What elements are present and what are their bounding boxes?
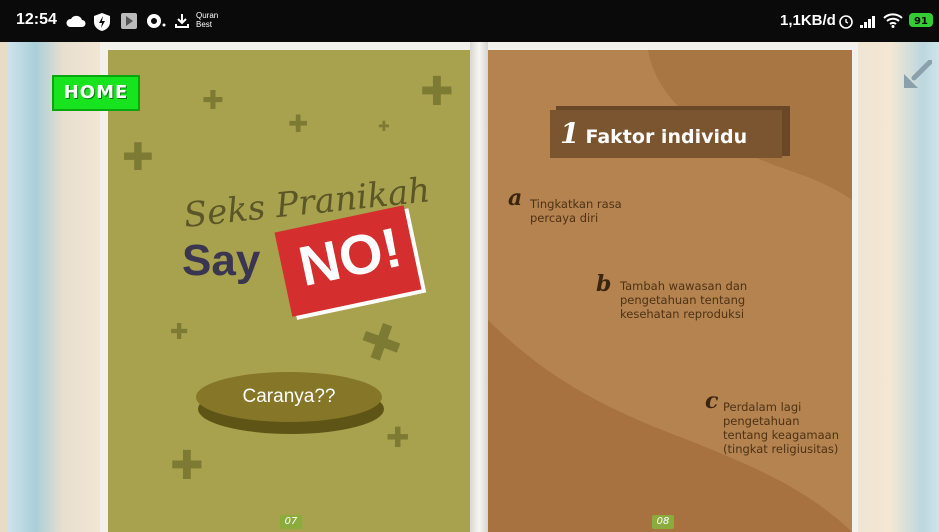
network-speed: 1,1KB/d bbox=[780, 12, 836, 29]
background-right bbox=[858, 42, 939, 532]
download-icon bbox=[175, 14, 189, 28]
item-text: percaya diri bbox=[530, 211, 599, 225]
list-item: c Perdalam lagi pengetahuan tentang keag… bbox=[705, 390, 839, 456]
caranya-button[interactable]: Caranya?? bbox=[196, 372, 382, 422]
best-label: Best bbox=[196, 20, 213, 29]
plus-decoration: ✚ bbox=[420, 69, 454, 115]
list-item: a Tingkatkan rasa percaya diri bbox=[508, 187, 622, 225]
page-number-left: 07 bbox=[280, 515, 302, 529]
item-text: Tingkatkan rasa bbox=[530, 197, 622, 211]
cloud-icon bbox=[66, 15, 86, 27]
background-left bbox=[8, 42, 100, 532]
wifi-icon bbox=[883, 13, 903, 28]
signal-icon bbox=[860, 16, 875, 28]
alarm-icon bbox=[839, 15, 853, 29]
item-text: kesehatan reproduksi bbox=[620, 307, 745, 321]
item-text: Perdalam lagi bbox=[723, 400, 802, 414]
quran-best-label: Quran Best bbox=[196, 11, 218, 29]
plus-decoration: ✚ bbox=[386, 421, 410, 454]
plus-decoration: ✚ bbox=[170, 443, 204, 489]
shield-bolt-icon bbox=[94, 13, 110, 31]
status-time: 12:54 bbox=[16, 11, 57, 28]
plus-decoration: ✚ bbox=[378, 119, 390, 135]
home-button[interactable]: HOME bbox=[52, 75, 140, 111]
plus-decoration: ✚ bbox=[170, 320, 189, 345]
exit-fullscreen-icon[interactable] bbox=[900, 60, 932, 92]
list-item: b Tambah wawasan dan pengetahuan tentang… bbox=[596, 273, 748, 321]
item-letter: b bbox=[596, 271, 612, 297]
item-text: tentang keagamaan bbox=[723, 428, 839, 442]
play-store-icon bbox=[121, 13, 137, 29]
item-letter: c bbox=[705, 388, 719, 414]
page-number-right: 08 bbox=[652, 515, 674, 529]
book-spine bbox=[470, 42, 488, 532]
item-text: pengetahuan tentang bbox=[620, 293, 746, 307]
chat-icon bbox=[147, 14, 166, 28]
battery-icon: 91 bbox=[909, 13, 933, 27]
status-bar: 12:54 Quran Best 1,1KB/d 91 bbox=[0, 0, 939, 42]
plus-decoration: ✚ bbox=[122, 135, 154, 179]
plus-decoration: ✚ bbox=[288, 110, 309, 138]
item-letter: a bbox=[508, 185, 523, 211]
item-text: (tingkat religiusitas) bbox=[723, 442, 839, 456]
plus-decoration: ✚ bbox=[202, 86, 224, 116]
item-text: pengetahuan bbox=[723, 414, 800, 428]
heading-number: 1 bbox=[560, 117, 580, 150]
heading-faktor-individu: 1 Faktor individu bbox=[550, 110, 782, 158]
plus-decoration: ✚ bbox=[351, 308, 411, 378]
quran-label: Quran bbox=[196, 11, 219, 20]
title-say: Say bbox=[182, 236, 261, 285]
heading-text: Faktor individu bbox=[585, 126, 748, 148]
item-text: Tambah wawasan dan bbox=[620, 279, 748, 293]
